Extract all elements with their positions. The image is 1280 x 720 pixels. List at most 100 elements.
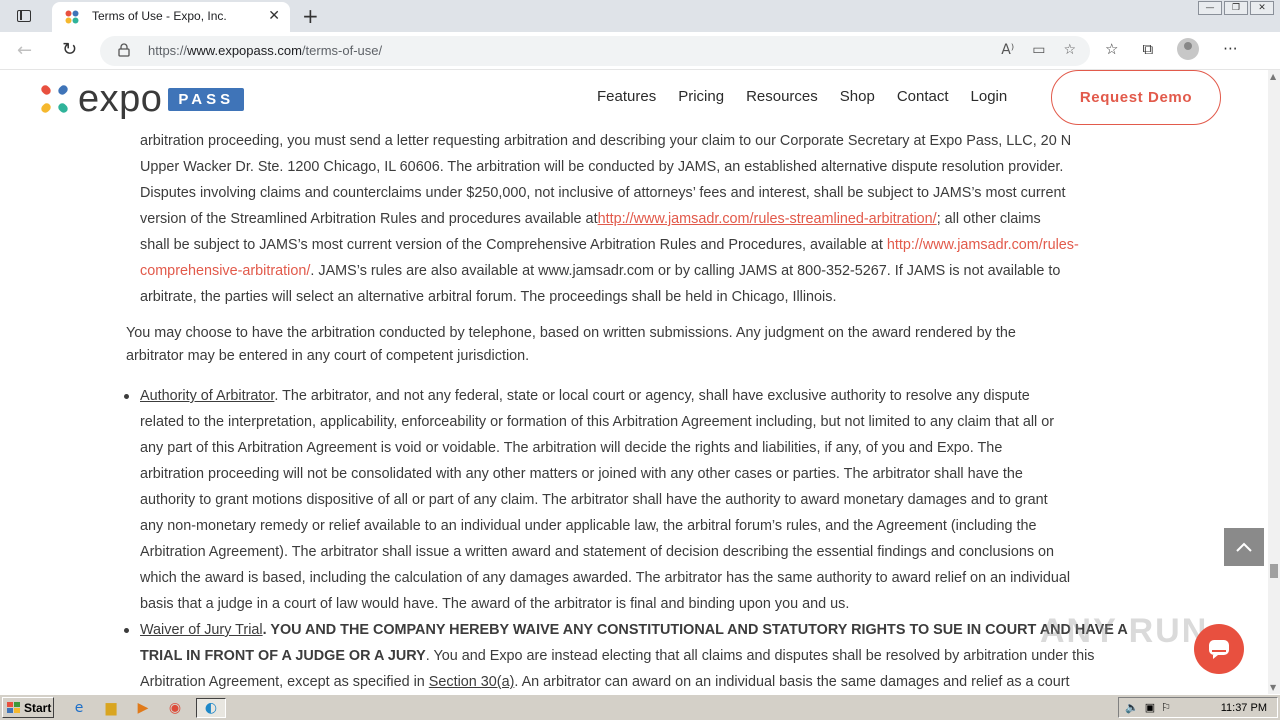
bullet-marker	[124, 394, 129, 399]
lock-icon	[118, 43, 130, 57]
url-path: /terms-of-use/	[301, 43, 383, 58]
browser-tabstrip: Terms of Use - Expo, Inc. ✕ + — ❐ ✕	[0, 0, 1280, 32]
waiver-of-jury-trial-item: Waiver of Jury Trial. YOU AND THE COMPAN…	[140, 617, 1150, 694]
add-favorite-icon[interactable]: ☆	[1063, 42, 1076, 58]
text-line: arbitration proceeding, you must send a …	[140, 133, 1072, 149]
text-span: shall be subject to JAMS’s most current …	[140, 237, 887, 253]
url-text: https://www.expopass.com/terms-of-use/	[148, 43, 382, 58]
scroll-down-arrow-icon[interactable]: ▼	[1270, 683, 1276, 692]
text-line: Arbitration Agreement, except as specifi…	[140, 669, 1150, 694]
clock: 11:37 PM	[1220, 701, 1267, 714]
text-line: Authority of Arbitrator. The arbitrator,…	[140, 383, 1150, 409]
windows-taskbar: Start e ▆ ▶ ◉ ◐ 🔈 ▣ ⚐ 11:37 PM	[0, 694, 1280, 720]
reload-icon[interactable]: ↻	[62, 39, 77, 60]
browser-tab[interactable]: Terms of Use - Expo, Inc. ✕	[52, 2, 290, 32]
authority-of-arbitrator-item: Authority of Arbitrator. The arbitrator,…	[140, 383, 1150, 617]
logo-pass-badge: PASS	[168, 87, 245, 111]
nav-resources[interactable]: Resources	[746, 88, 818, 105]
reader-view-icon[interactable]: ▭	[1032, 42, 1045, 58]
site-logo[interactable]: expo PASS	[38, 78, 245, 120]
profile-avatar[interactable]	[1177, 38, 1200, 60]
text-line: arbitration proceeding will not be conso…	[140, 466, 1023, 482]
tab-close-icon[interactable]: ✕	[268, 8, 280, 24]
text-line: arbitrator may be entered in any court o…	[126, 348, 530, 364]
read-aloud-icon[interactable]: A⁾	[1001, 42, 1014, 58]
chevron-up-icon	[1236, 542, 1252, 552]
anyrun-watermark: ANY RUN	[1040, 612, 1209, 650]
text-span: . The arbitrator, and not any federal, s…	[274, 388, 1030, 404]
browser-toolbar: ← ↻ https://www.expopass.com/terms-of-us…	[0, 32, 1280, 70]
jams-streamlined-link[interactable]: http://www.jamsadr.com/rules-streamlined…	[598, 211, 937, 227]
restore-button[interactable]: ❐	[1224, 1, 1248, 15]
nav-login[interactable]: Login	[971, 88, 1008, 105]
arbitration-procedure-paragraph: arbitration proceeding, you must send a …	[140, 128, 1150, 310]
folder-icon[interactable]: ▆	[100, 698, 122, 718]
edge-icon[interactable]: ◐	[196, 698, 226, 718]
waiver-heading: Waiver of Jury Trial	[140, 622, 263, 638]
chat-button[interactable]	[1194, 624, 1244, 674]
start-button[interactable]: Start	[2, 697, 54, 718]
volume-icon[interactable]: 🔈	[1125, 701, 1139, 714]
flag-icon[interactable]: ⚐	[1161, 701, 1171, 714]
chat-icon	[1209, 640, 1229, 659]
text-line: You may choose to have the arbitration c…	[126, 325, 1016, 341]
taskbar-apps: e ▆ ▶ ◉ ◐	[68, 698, 226, 718]
text-line: version of the Streamlined Arbitration R…	[140, 206, 1150, 232]
close-window-button[interactable]: ✕	[1250, 1, 1274, 15]
tab-title: Terms of Use - Expo, Inc.	[92, 9, 227, 23]
text-line: authority to grant motions dispositive o…	[140, 492, 1048, 508]
jams-comprehensive-link[interactable]: http://www.jamsadr.com/rules-	[887, 237, 1079, 253]
request-demo-button[interactable]: Request Demo	[1051, 70, 1221, 125]
address-bar-icons: A⁾ ▭ ☆	[1001, 42, 1076, 58]
text-line: related to the interpretation, applicabi…	[140, 414, 1055, 430]
favorites-icon[interactable]: ☆	[1105, 40, 1118, 58]
text-line: TRIAL IN FRONT OF A JUDGE OR A JURY. You…	[140, 643, 1150, 669]
section-30a-link[interactable]: Section 30(a)	[429, 674, 515, 690]
nav-shop[interactable]: Shop	[840, 88, 875, 105]
nav-pricing[interactable]: Pricing	[678, 88, 724, 105]
toolbar-right: ☆ ⧉ ···	[1105, 38, 1237, 60]
chrome-icon[interactable]: ◉	[164, 698, 186, 718]
expo-favicon-icon	[65, 10, 79, 24]
network-icon[interactable]: ▣	[1145, 701, 1155, 714]
nav-contact[interactable]: Contact	[897, 88, 949, 105]
text-span: version of the Streamlined Arbitration R…	[140, 211, 598, 227]
text-line: any non-monetary remedy or relief availa…	[140, 518, 1037, 534]
bullet-marker	[124, 628, 129, 633]
media-player-icon[interactable]: ▶	[132, 698, 154, 718]
text-line: which the award is based, including the …	[140, 570, 1071, 586]
scrollbar-thumb[interactable]	[1270, 564, 1278, 578]
text-span: ; all other claims	[936, 211, 1041, 227]
new-tab-button[interactable]: +	[302, 4, 319, 28]
start-label: Start	[24, 700, 52, 715]
more-menu-icon[interactable]: ···	[1223, 40, 1237, 58]
text-line: basis that a judge in a court of law wou…	[140, 596, 850, 612]
tab-actions-icon[interactable]	[8, 6, 40, 26]
site-header: expo PASS Features Pricing Resources Sho…	[0, 70, 1268, 128]
nav-features[interactable]: Features	[597, 88, 656, 105]
text-span: Arbitration Agreement, except as specifi…	[140, 674, 429, 690]
text-span: . YOU AND THE COMPANY HEREBY WAIVE ANY C…	[262, 622, 1128, 638]
ie-icon[interactable]: e	[68, 698, 90, 718]
page-scrollbar[interactable]: ▲ ▼	[1268, 70, 1280, 694]
back-arrow-icon[interactable]: ←	[17, 40, 32, 61]
address-bar[interactable]: https://www.expopass.com/terms-of-use/ A…	[100, 36, 1090, 66]
window-controls: — ❐ ✕	[1196, 1, 1274, 15]
text-line: shall be subject to JAMS’s most current …	[140, 232, 1150, 258]
windows-logo-icon	[7, 701, 20, 713]
scroll-up-arrow-icon[interactable]: ▲	[1270, 72, 1276, 81]
url-domain: www.expopass.com	[187, 43, 302, 58]
scroll-to-top-button[interactable]	[1224, 528, 1264, 566]
site-nav: Features Pricing Resources Shop Contact …	[597, 88, 1029, 105]
collections-icon[interactable]: ⧉	[1142, 40, 1153, 58]
text-span: . An arbitrator can award on an individu…	[514, 674, 1070, 690]
jams-comprehensive-link-cont[interactable]: comprehensive-arbitration/	[140, 263, 310, 279]
text-line: any part of this Arbitration Agreement i…	[140, 440, 1003, 456]
text-line: comprehensive-arbitration/. JAMS’s rules…	[140, 258, 1150, 284]
text-line: arbitrate, the parties will select an al…	[140, 289, 837, 305]
minimize-button[interactable]: —	[1198, 1, 1222, 15]
logo-mark-icon	[41, 85, 68, 113]
system-tray: 🔈 ▣ ⚐ 11:37 PM	[1118, 697, 1278, 718]
logo-wordmark: expo	[78, 78, 163, 120]
text-span: . You and Expo are instead electing that…	[425, 648, 1095, 664]
